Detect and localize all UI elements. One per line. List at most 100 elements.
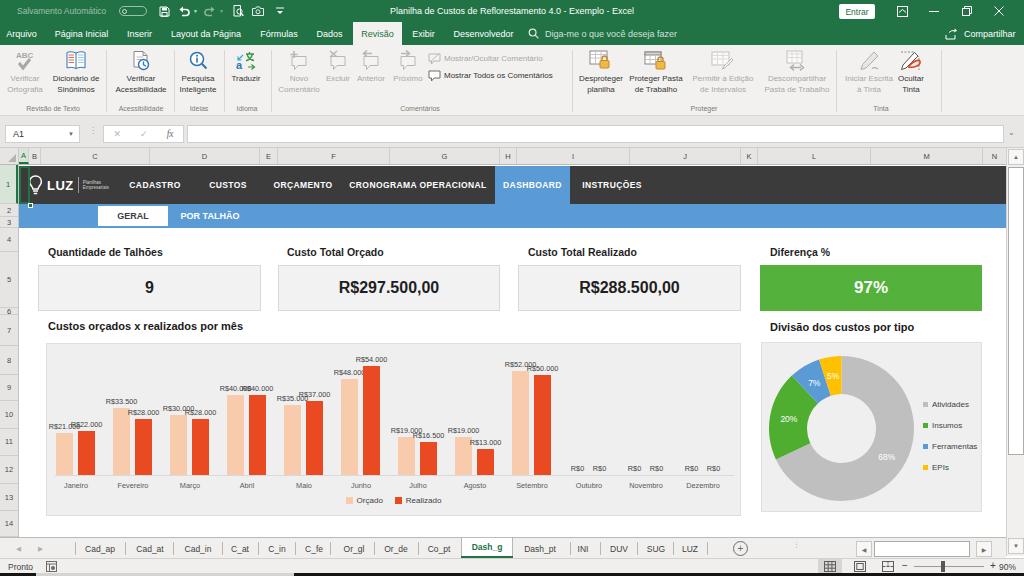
ribbon-tab-layout-da-p-gina[interactable]: Layout da Página bbox=[168, 22, 244, 45]
row-header-11[interactable]: 11 bbox=[0, 429, 18, 456]
minimize-button[interactable] bbox=[921, 0, 947, 22]
row-header-14[interactable]: 14 bbox=[0, 511, 18, 537]
zoom-percentage[interactable]: 90% bbox=[999, 559, 1016, 574]
dashboard-menu-custos[interactable]: CUSTOS bbox=[209, 166, 247, 204]
column-header-k[interactable]: K bbox=[741, 148, 758, 164]
scroll-up-icon[interactable]: ▲ bbox=[1008, 149, 1024, 165]
hscroll-right-icon[interactable]: ▶ bbox=[976, 541, 992, 557]
formula-bar-expand-icon[interactable]: ⌄ bbox=[1008, 128, 1015, 137]
zoom-slider-thumb[interactable] bbox=[941, 561, 945, 572]
vertical-scroll-thumb[interactable] bbox=[1008, 167, 1024, 455]
row-header-5[interactable]: 5 bbox=[0, 252, 18, 309]
sheet-tab-cad-in[interactable]: Cad_in bbox=[185, 538, 212, 559]
row-header-7[interactable]: 7 bbox=[0, 315, 18, 346]
sheet-tab-ini[interactable]: INI bbox=[578, 538, 589, 559]
row-header-12[interactable]: 12 bbox=[0, 456, 18, 485]
formula-bar-handle[interactable]: ⋮ bbox=[89, 129, 91, 139]
insert-function-icon[interactable]: fx bbox=[167, 129, 174, 139]
donut-chart[interactable]: 68%20%7%5% AtividadesInsumosFerramentasE… bbox=[761, 342, 982, 512]
ribbon-tab-p-gina-inicial[interactable]: Página Inicial bbox=[53, 22, 110, 45]
column-header-h[interactable]: H bbox=[500, 148, 517, 164]
dashboard-menu-or-amento[interactable]: ORÇAMENTO bbox=[273, 166, 332, 204]
sheet-tab-or-gl[interactable]: Or_gl bbox=[344, 538, 365, 559]
row-header-13[interactable]: 13 bbox=[0, 484, 18, 511]
column-header-e[interactable]: E bbox=[260, 148, 278, 164]
zoom-out-button[interactable]: − bbox=[898, 559, 912, 574]
column-header-m[interactable]: M bbox=[871, 148, 983, 164]
column-header-g[interactable]: G bbox=[390, 148, 500, 164]
column-header-c[interactable]: C bbox=[41, 148, 150, 164]
column-header-n[interactable]: N bbox=[983, 148, 1007, 164]
close-button[interactable] bbox=[986, 0, 1012, 22]
row-header-6[interactable]: 6 bbox=[0, 308, 18, 315]
row-header-2[interactable]: 2 bbox=[0, 204, 18, 217]
sheet-tab-dash-pt[interactable]: Dash_pt bbox=[524, 538, 556, 559]
view-page-layout-icon[interactable] bbox=[848, 559, 872, 574]
qat-customize-icon[interactable] bbox=[276, 0, 284, 22]
dashboard-menu-cronograma-operacional[interactable]: CRONOGRAMA OPERACIONAL bbox=[349, 166, 486, 204]
dashboard-menu-cadastro[interactable]: CADASTRO bbox=[129, 166, 180, 204]
horizontal-scroll-thumb[interactable] bbox=[874, 541, 970, 557]
ribbon-tab-arquivo[interactable]: Arquivo bbox=[2, 22, 41, 45]
row-header-9[interactable]: 9 bbox=[0, 375, 18, 401]
row-header-3[interactable]: 3 bbox=[0, 217, 18, 228]
column-header-j[interactable]: J bbox=[630, 148, 741, 164]
sheet-tab-or-de[interactable]: Or_de bbox=[384, 538, 408, 559]
sheet-tab-cad-ap[interactable]: Cad_ap bbox=[85, 538, 115, 559]
scroll-down-icon[interactable]: ▼ bbox=[1008, 538, 1024, 554]
ribbon-button-permitir-a-edi-o-de-intervalos[interactable]: Permitir a Edição de Intervalos bbox=[684, 48, 762, 95]
column-header-f[interactable]: F bbox=[278, 148, 390, 164]
row-header-4[interactable]: 4 bbox=[0, 228, 18, 252]
vertical-scrollbar[interactable]: ▲ ▼ bbox=[1006, 148, 1024, 556]
undo-icon[interactable] bbox=[178, 0, 190, 22]
confirm-entry-icon[interactable]: ✓ bbox=[140, 129, 148, 139]
ribbon-tab-revis-o[interactable]: Revisão bbox=[353, 22, 402, 45]
ribbon-tab-dados[interactable]: Dados bbox=[311, 22, 348, 45]
undo-dropdown-icon[interactable]: ▼ bbox=[193, 0, 198, 22]
row-header-8[interactable]: 8 bbox=[0, 346, 18, 375]
row-header-1[interactable]: 1 bbox=[0, 165, 18, 204]
sign-in-button[interactable]: Entrar bbox=[839, 4, 875, 19]
dashboard-menu-dashboard[interactable]: DASHBOARD bbox=[495, 166, 570, 204]
sheet-nav-next-icon[interactable]: ▶ bbox=[38, 538, 43, 559]
save-icon[interactable] bbox=[159, 0, 170, 22]
name-box[interactable]: A1 ▼ bbox=[5, 125, 80, 143]
new-sheet-button[interactable]: + bbox=[733, 541, 748, 556]
sheet-tab-c-fe[interactable]: C_fe bbox=[305, 538, 323, 559]
column-header-d[interactable]: D bbox=[150, 148, 260, 164]
name-box-dropdown-icon[interactable]: ▼ bbox=[68, 131, 74, 137]
zoom-in-button[interactable]: + bbox=[986, 559, 1000, 574]
cancel-entry-icon[interactable]: ✕ bbox=[114, 129, 122, 139]
share-button[interactable]: Compartilhar bbox=[945, 22, 1016, 45]
sheet-tab-luz[interactable]: LUZ bbox=[682, 538, 698, 559]
column-header-l[interactable]: L bbox=[758, 148, 871, 164]
ribbon-display-options-icon[interactable] bbox=[889, 0, 915, 22]
bar-chart[interactable]: JaneiroR$21.000R$22.000FevereiroR$33.500… bbox=[46, 343, 741, 516]
sheet-tab-co-pt[interactable]: Co_pt bbox=[428, 538, 451, 559]
sheet-tab-c-in[interactable]: C_in bbox=[268, 538, 285, 559]
ribbon-tab-f-rmulas[interactable]: Fórmulas bbox=[252, 22, 306, 45]
sheet-tab-duv[interactable]: DUV bbox=[610, 538, 628, 559]
macro-record-icon[interactable] bbox=[46, 559, 57, 574]
sheet-tab-cad-at[interactable]: Cad_at bbox=[136, 538, 163, 559]
view-normal-icon[interactable] bbox=[818, 559, 842, 574]
ribbon-button-mostrar-todos-os-coment-rios[interactable]: Mostrar Todos os Comentários bbox=[428, 69, 553, 82]
print-preview-icon[interactable] bbox=[233, 0, 244, 22]
select-all-corner[interactable] bbox=[0, 148, 19, 164]
column-header-a[interactable]: A bbox=[19, 148, 29, 164]
ribbon-button-mostrar-ocultar-coment-rio[interactable]: Mostrar/Ocultar Comentário bbox=[428, 52, 543, 65]
tab-scroll-splitter[interactable]: ⋮ bbox=[793, 543, 800, 547]
column-header-b[interactable]: B bbox=[29, 148, 41, 164]
column-header-i[interactable]: I bbox=[517, 148, 630, 164]
view-page-break-icon[interactable] bbox=[876, 559, 900, 574]
sheet-tab-sug[interactable]: SUG bbox=[647, 538, 665, 559]
ribbon-tab-inserir[interactable]: Inserir bbox=[117, 22, 162, 45]
row-header-10[interactable]: 10 bbox=[0, 401, 18, 429]
ribbon-button-descompartilhar-pasta-de-trabalho[interactable]: Descompartilhar Pasta de Trabalho bbox=[758, 48, 836, 95]
hscroll-left-icon[interactable]: ◀ bbox=[856, 541, 872, 557]
zoom-slider[interactable] bbox=[914, 566, 984, 567]
dashboard-menu-instru-es[interactable]: INSTRUÇÕES bbox=[582, 166, 642, 204]
sheet-tab-dash_g[interactable]: Dash_g bbox=[461, 538, 513, 557]
ribbon-button-ocultar-tinta[interactable]: Ocultar Tinta bbox=[872, 48, 950, 95]
redo-icon[interactable] bbox=[204, 0, 216, 22]
